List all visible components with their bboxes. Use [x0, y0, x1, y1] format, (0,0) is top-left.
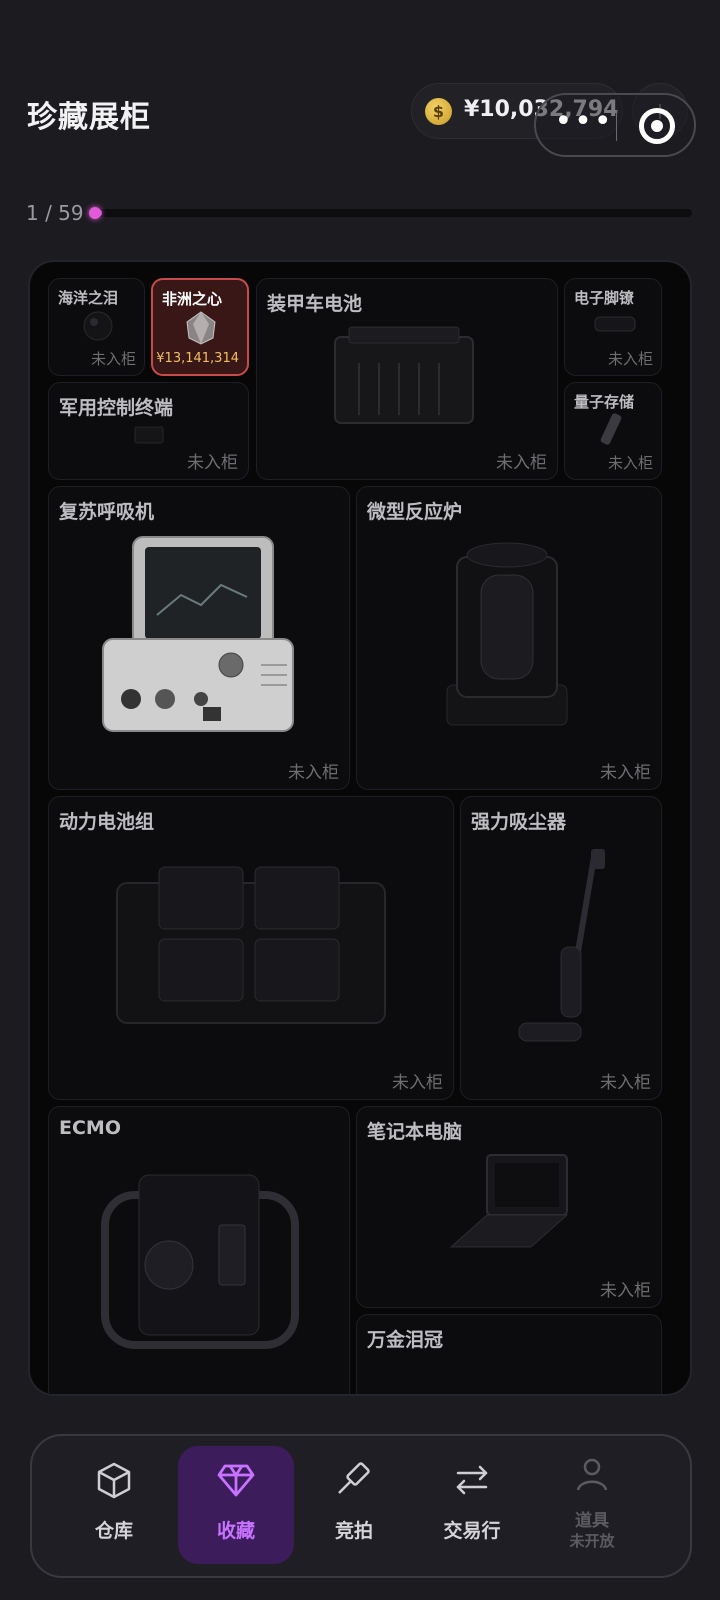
gavel-icon — [334, 1460, 374, 1500]
item-card-power-battery-pack[interactable]: 动力电池组 未入柜 — [48, 796, 454, 1100]
item-card-golden-tear-crown[interactable]: 万金泪冠 — [356, 1314, 662, 1394]
item-name: 量子存储 — [574, 393, 635, 411]
ecmo-image — [99, 1155, 303, 1359]
item-name: 复苏呼吸机 — [59, 501, 155, 523]
exchange-icon — [452, 1460, 492, 1500]
tab-label: 道具 — [575, 1511, 609, 1531]
tab-warehouse[interactable]: 仓库 — [56, 1446, 172, 1564]
close-mini-program-icon[interactable] — [639, 108, 675, 144]
item-name: 笔记本电脑 — [367, 1121, 463, 1143]
vacuum-image — [511, 847, 611, 1061]
collection-progress-label: 1 / 59 — [26, 201, 84, 225]
progress-dot — [89, 207, 101, 219]
tab-exchange[interactable]: 交易行 — [414, 1446, 530, 1564]
item-status: 未入柜 — [600, 1281, 651, 1301]
collection-progress-bar — [89, 207, 692, 219]
item-status: 未入柜 — [607, 454, 653, 472]
item-card-armored-battery[interactable]: 装甲车电池 未入柜 — [256, 278, 558, 480]
tab-label: 交易行 — [443, 1520, 501, 1542]
item-card-ventilator[interactable]: 复苏呼吸机 未入柜 — [48, 486, 350, 790]
item-status: 未入柜 — [607, 350, 653, 368]
item-name: 非洲之心 — [162, 290, 223, 308]
capsule-divider — [616, 111, 617, 141]
ventilator-image — [101, 535, 301, 739]
laptop-image — [447, 1151, 571, 1265]
item-status: 未入柜 — [288, 763, 339, 783]
battery-box-image — [329, 323, 479, 437]
item-card-military-terminal[interactable]: 军用控制终端 未入柜 — [48, 382, 249, 480]
coin-icon: $ — [425, 98, 452, 125]
item-name: 动力电池组 — [59, 811, 155, 833]
item-price: ¥13,141,314 — [156, 351, 239, 366]
tab-auction[interactable]: 竞拍 — [296, 1446, 412, 1564]
item-name: 万金泪冠 — [367, 1329, 444, 1351]
item-card-ocean-tear[interactable]: 海洋之泪 未入柜 — [48, 278, 145, 376]
tab-collection[interactable]: 收藏 — [178, 1446, 294, 1564]
item-status: 未入柜 — [600, 1073, 651, 1093]
item-card-ecmo[interactable]: ECMO — [48, 1106, 350, 1394]
tab-label: 仓库 — [94, 1520, 133, 1542]
item-name: 强力吸尘器 — [471, 811, 567, 833]
tab-label: 竞拍 — [334, 1520, 373, 1542]
bottom-tab-bar: 仓库 收藏 竞拍 交易行 道具 未开放 — [30, 1434, 692, 1578]
item-card-laptop[interactable]: 笔记本电脑 未入柜 — [356, 1106, 662, 1308]
tab-sublabel: 未开放 — [569, 1532, 615, 1550]
item-card-heart-of-africa[interactable]: 非洲之心 ¥13,141,314 — [151, 278, 249, 376]
reactor-image — [437, 535, 577, 743]
diamond-image — [183, 310, 219, 350]
item-card-quantum-storage[interactable]: 量子存储 未入柜 — [564, 382, 662, 480]
item-card-micro-reactor[interactable]: 微型反应炉 未入柜 — [356, 486, 662, 790]
item-name: 军用控制终端 — [59, 397, 174, 419]
item-status: 未入柜 — [90, 350, 136, 368]
item-name: ECMO — [59, 1117, 121, 1139]
page-title: 珍藏展柜 — [27, 100, 151, 135]
showcase-panel: 海洋之泪 未入柜 非洲之心 ¥13,141,314 装甲车电池 未入柜 电子脚镣… — [28, 260, 692, 1396]
gem-image — [81, 309, 115, 347]
item-card-electronic-shackle[interactable]: 电子脚镣 未入柜 — [564, 278, 662, 376]
shackle-image — [593, 313, 637, 339]
item-status: 未入柜 — [187, 453, 238, 473]
more-icon[interactable]: ••• — [554, 107, 614, 139]
item-name: 微型反应炉 — [367, 501, 463, 523]
item-name: 海洋之泪 — [58, 289, 119, 307]
item-card-vacuum-cleaner[interactable]: 强力吸尘器 未入柜 — [460, 796, 662, 1100]
mini-program-capsule: ••• — [534, 93, 696, 157]
item-status: 未入柜 — [600, 763, 651, 783]
battery-pack-image — [109, 853, 391, 1037]
item-status: 未入柜 — [392, 1073, 443, 1093]
box-icon — [94, 1460, 134, 1500]
person-icon — [572, 1454, 612, 1494]
item-status: 未入柜 — [496, 453, 547, 473]
tab-label: 收藏 — [216, 1520, 255, 1542]
terminal-image — [133, 423, 165, 449]
item-name: 电子脚镣 — [574, 289, 635, 307]
usb-drive-image — [599, 411, 623, 451]
item-name: 装甲车电池 — [267, 293, 363, 315]
diamond-icon — [216, 1460, 256, 1500]
tab-props[interactable]: 道具 未开放 — [534, 1446, 650, 1564]
